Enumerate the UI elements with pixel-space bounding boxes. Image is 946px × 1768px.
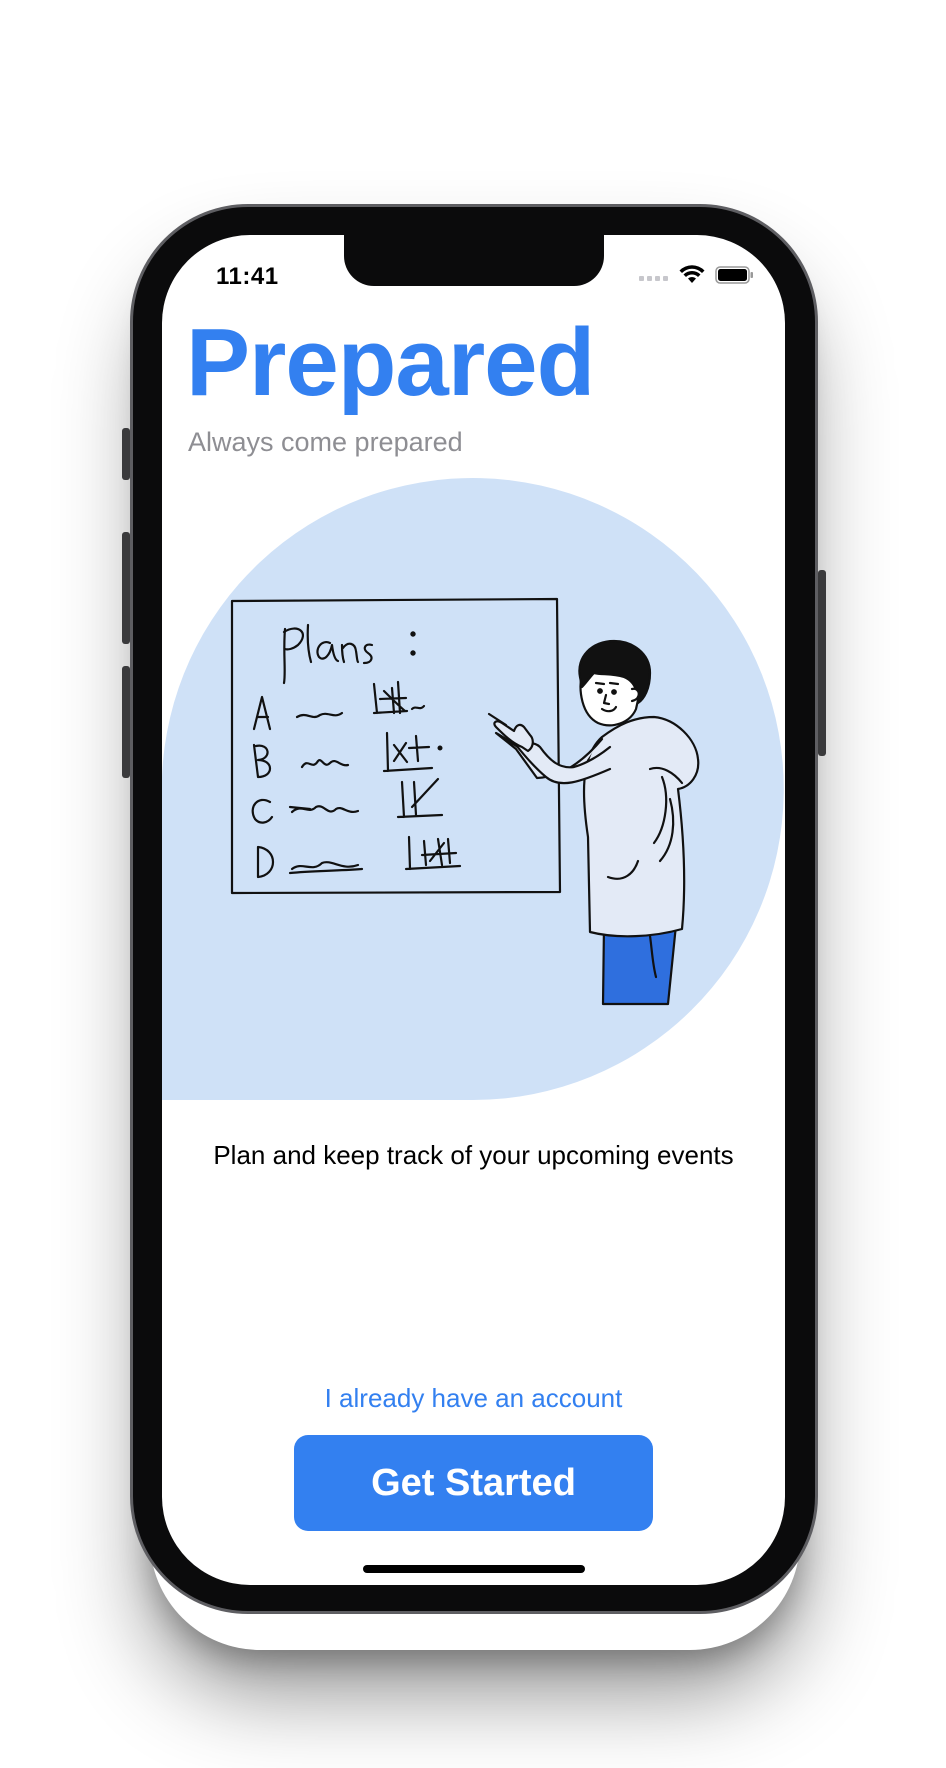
- app-title: Prepared: [186, 309, 595, 416]
- mute-switch: [122, 428, 130, 480]
- wifi-icon: [679, 265, 705, 290]
- battery-icon: [715, 265, 755, 290]
- cellular-signal-icon: [639, 269, 669, 287]
- illustration-background: [162, 478, 784, 1100]
- app-subtitle: Always come prepared: [188, 427, 463, 457]
- get-started-button[interactable]: Get Started: [294, 1435, 653, 1531]
- tagline: Plan and keep track of your upcoming eve…: [213, 1140, 734, 1170]
- volume-down-button: [122, 666, 130, 778]
- volume-up-button: [122, 532, 130, 644]
- status-icons: [639, 265, 755, 290]
- login-link[interactable]: I already have an account: [162, 1383, 785, 1414]
- notch: [344, 235, 604, 286]
- person-hoodie: [582, 715, 700, 938]
- power-button: [818, 570, 826, 756]
- home-indicator[interactable]: [363, 1565, 585, 1573]
- app-screen: 11:41 Prepared Always come prepared Plan…: [162, 235, 785, 1585]
- device-mockup: 11:41 Prepared Always come prepared Plan…: [0, 0, 946, 1768]
- status-time: 11:41: [216, 263, 279, 290]
- illustration: [162, 477, 785, 1100]
